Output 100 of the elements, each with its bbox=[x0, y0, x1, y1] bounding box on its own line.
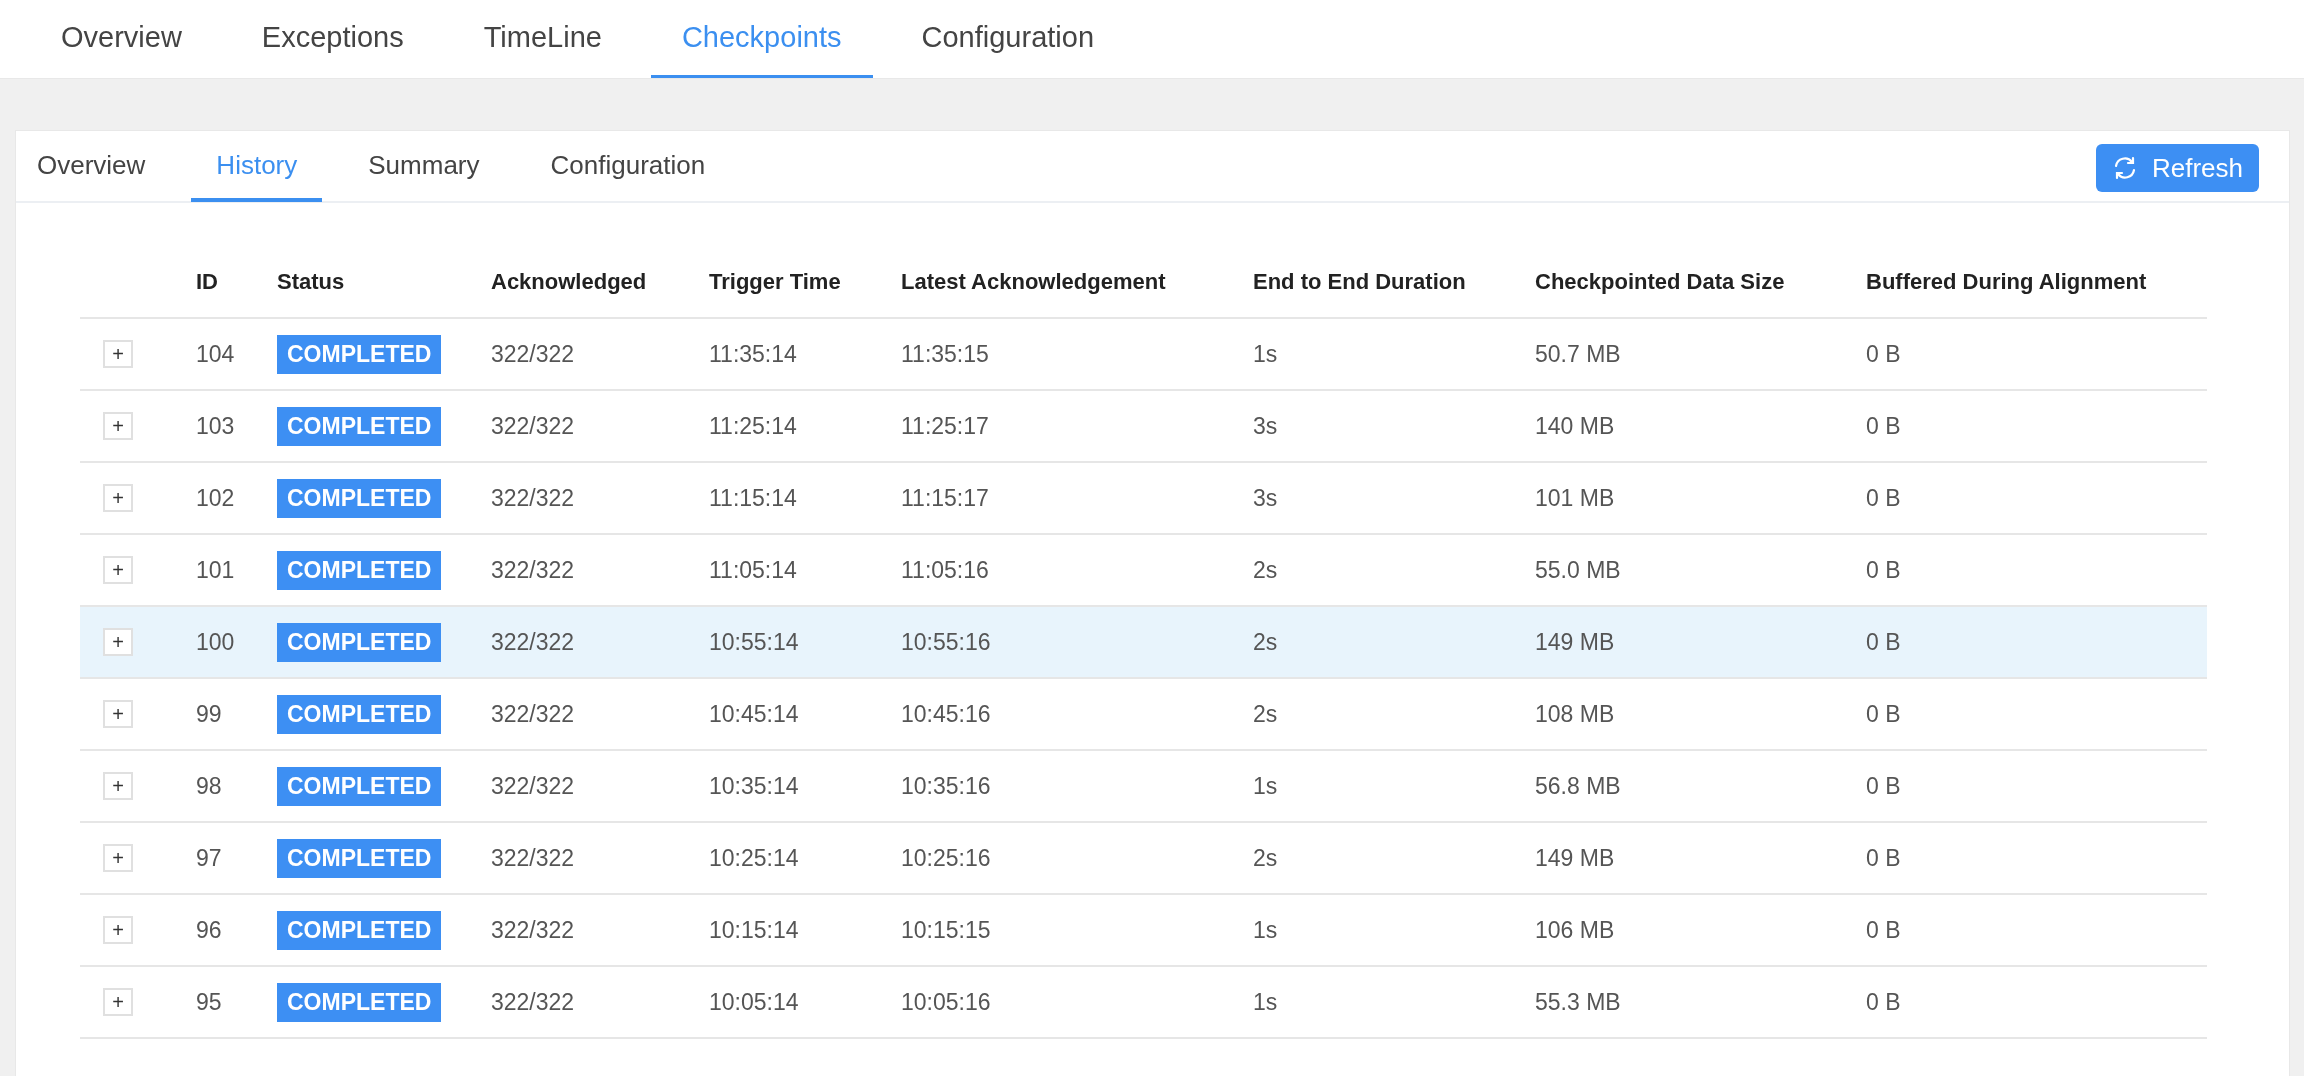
expand-button[interactable]: + bbox=[103, 700, 133, 728]
table-cell: 10:15:14 bbox=[709, 916, 799, 943]
expand-button[interactable]: + bbox=[103, 772, 133, 800]
table-cell: 10:35:14 bbox=[709, 772, 799, 799]
sub-tab[interactable]: Summary bbox=[343, 132, 505, 202]
expand-button[interactable]: + bbox=[103, 988, 133, 1016]
status-badge: COMPLETED bbox=[277, 334, 442, 374]
table-cell: 2s bbox=[1253, 700, 1278, 727]
expand-button[interactable]: + bbox=[103, 484, 133, 512]
table-cell: 1s bbox=[1253, 916, 1278, 943]
status-badge: COMPLETED bbox=[277, 694, 442, 734]
table-row[interactable]: + 104 COMPLETED 322/322 11:35:14 11:35:15 1s 50.7 MB 0 B bbox=[80, 319, 2207, 391]
table-cell: 55.0 MB bbox=[1535, 556, 1621, 583]
table-cell: 99 bbox=[196, 700, 222, 727]
table-cell: 100 bbox=[196, 628, 235, 655]
table-cell: 101 MB bbox=[1535, 484, 1615, 511]
table-cell: 10:05:16 bbox=[901, 988, 991, 1015]
table-cell: 322/322 bbox=[491, 340, 575, 367]
status-badge: COMPLETED bbox=[277, 550, 442, 590]
column-header: Acknowledged bbox=[491, 269, 647, 294]
table-cell: 106 MB bbox=[1535, 916, 1615, 943]
table-row[interactable]: + 95 COMPLETED 322/322 10:05:14 10:05:16 1s 55.3 MB 0 B bbox=[80, 967, 2207, 1039]
nav-tab[interactable]: Configuration bbox=[890, 0, 1125, 78]
table-cell: 1s bbox=[1253, 340, 1278, 367]
table-cell: 2s bbox=[1253, 844, 1278, 871]
column-header: Latest Acknowledgement bbox=[901, 269, 1166, 294]
table-row[interactable]: + 103 COMPLETED 322/322 11:25:14 11:25:17 3s 140 MB 0 B bbox=[80, 391, 2207, 463]
table-cell: 3s bbox=[1253, 412, 1278, 439]
nav-tab[interactable]: Exceptions bbox=[230, 0, 435, 78]
table-cell: 0 B bbox=[1866, 628, 1901, 655]
table-cell: 0 B bbox=[1866, 772, 1901, 799]
status-badge: COMPLETED bbox=[277, 982, 442, 1022]
table-cell: 10:55:14 bbox=[709, 628, 799, 655]
table-cell: 95 bbox=[196, 988, 222, 1015]
table-cell: 97 bbox=[196, 844, 222, 871]
expand-button[interactable]: + bbox=[103, 340, 133, 368]
table-cell: 322/322 bbox=[491, 700, 575, 727]
table-cell: 10:25:16 bbox=[901, 844, 991, 871]
column-header: Status bbox=[277, 269, 345, 294]
expand-button[interactable]: + bbox=[103, 628, 133, 656]
table-cell: 0 B bbox=[1866, 700, 1901, 727]
table-cell: 2s bbox=[1253, 628, 1278, 655]
table-cell: 10:15:15 bbox=[901, 916, 991, 943]
column-header: Trigger Time bbox=[709, 269, 841, 294]
table-row[interactable]: + 100 COMPLETED 322/322 10:55:14 10:55:16 2s 149 MB 0 B bbox=[80, 607, 2207, 679]
expand-button[interactable]: + bbox=[103, 412, 133, 440]
table-row[interactable]: + 99 COMPLETED 322/322 10:45:14 10:45:16 2s 108 MB 0 B bbox=[80, 679, 2207, 751]
table-cell: 11:35:15 bbox=[901, 340, 989, 367]
table-cell: 101 bbox=[196, 556, 235, 583]
table-cell: 104 bbox=[196, 340, 235, 367]
table-row[interactable]: + 96 COMPLETED 322/322 10:15:14 10:15:15 1s 106 MB 0 B bbox=[80, 895, 2207, 967]
table-cell: 2s bbox=[1253, 556, 1278, 583]
table-row[interactable]: + 102 COMPLETED 322/322 11:15:14 11:15:17 3s 101 MB 0 B bbox=[80, 463, 2207, 535]
status-badge: COMPLETED bbox=[277, 478, 442, 518]
expand-button[interactable]: + bbox=[103, 844, 133, 872]
table-cell: 102 bbox=[196, 484, 235, 511]
table-cell: 50.7 MB bbox=[1535, 340, 1621, 367]
status-badge: COMPLETED bbox=[277, 406, 442, 446]
table-cell: 11:25:14 bbox=[709, 412, 797, 439]
table-cell: 322/322 bbox=[491, 844, 575, 871]
table-cell: 140 MB bbox=[1535, 412, 1615, 439]
table-cell: 56.8 MB bbox=[1535, 772, 1621, 799]
status-badge: COMPLETED bbox=[277, 838, 442, 878]
table-cell: 1s bbox=[1253, 988, 1278, 1015]
table-cell: 96 bbox=[196, 916, 222, 943]
nav-tab[interactable]: TimeLine bbox=[452, 0, 633, 78]
table-cell: 0 B bbox=[1866, 988, 1901, 1015]
expand-button[interactable]: + bbox=[103, 556, 133, 584]
table-cell: 10:55:16 bbox=[901, 628, 991, 655]
table-cell: 3s bbox=[1253, 484, 1278, 511]
table-cell: 322/322 bbox=[491, 628, 575, 655]
table-cell: 10:45:16 bbox=[901, 700, 991, 727]
sub-tab[interactable]: Overview bbox=[12, 132, 171, 202]
table-row[interactable]: + 97 COMPLETED 322/322 10:25:14 10:25:16 2s 149 MB 0 B bbox=[80, 823, 2207, 895]
table-cell: 10:25:14 bbox=[709, 844, 799, 871]
table-cell: 1s bbox=[1253, 772, 1278, 799]
table-cell: 322/322 bbox=[491, 556, 575, 583]
table-cell: 322/322 bbox=[491, 412, 575, 439]
table-cell: 10:05:14 bbox=[709, 988, 799, 1015]
table-cell: 322/322 bbox=[491, 916, 575, 943]
table-row[interactable]: + 98 COMPLETED 322/322 10:35:14 10:35:16 1s 56.8 MB 0 B bbox=[80, 751, 2207, 823]
table-cell: 98 bbox=[196, 772, 222, 799]
table-cell: 10:45:14 bbox=[709, 700, 799, 727]
status-badge: COMPLETED bbox=[277, 910, 442, 950]
status-badge: COMPLETED bbox=[277, 622, 442, 662]
table-cell: 0 B bbox=[1866, 844, 1901, 871]
table-cell: 11:15:14 bbox=[709, 484, 797, 511]
nav-tab[interactable]: Overview bbox=[30, 0, 213, 78]
expand-button[interactable]: + bbox=[103, 916, 133, 944]
table-cell: 10:35:16 bbox=[901, 772, 991, 799]
table-cell: 0 B bbox=[1866, 412, 1901, 439]
column-header: ID bbox=[196, 269, 218, 294]
table-cell: 0 B bbox=[1866, 484, 1901, 511]
sub-tab[interactable]: Configuration bbox=[525, 132, 731, 202]
table-cell: 322/322 bbox=[491, 772, 575, 799]
table-cell: 11:05:14 bbox=[709, 556, 797, 583]
table-cell: 149 MB bbox=[1535, 628, 1615, 655]
status-badge: COMPLETED bbox=[277, 766, 442, 806]
table-cell: 0 B bbox=[1866, 556, 1901, 583]
table-cell: 322/322 bbox=[491, 484, 575, 511]
